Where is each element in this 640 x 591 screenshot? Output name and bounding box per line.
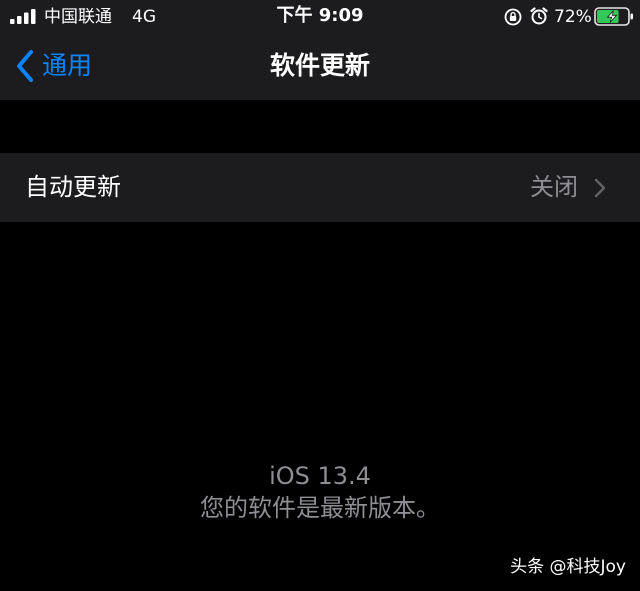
alarm-icon bbox=[530, 7, 548, 25]
ios-version: iOS 13.4 bbox=[269, 462, 371, 490]
status-bar: 中国联通 4G 下午 9:09 72% bbox=[0, 0, 640, 34]
auto-update-value: 关闭 bbox=[530, 173, 578, 201]
auto-update-row[interactable]: 自动更新 关闭 bbox=[0, 153, 640, 222]
watermark: 头条 @科技Joy bbox=[510, 557, 626, 577]
page-title: 软件更新 bbox=[269, 51, 370, 80]
battery-charging-icon bbox=[594, 7, 633, 26]
orientation-lock-icon bbox=[504, 8, 522, 26]
update-status-message: 您的软件是最新版本。 bbox=[200, 494, 440, 522]
chevron-right-icon bbox=[594, 178, 606, 198]
navigation-bar: 通用 软件更新 bbox=[0, 34, 640, 100]
auto-update-label: 自动更新 bbox=[25, 173, 121, 201]
battery-percentage: 72% bbox=[554, 7, 592, 27]
